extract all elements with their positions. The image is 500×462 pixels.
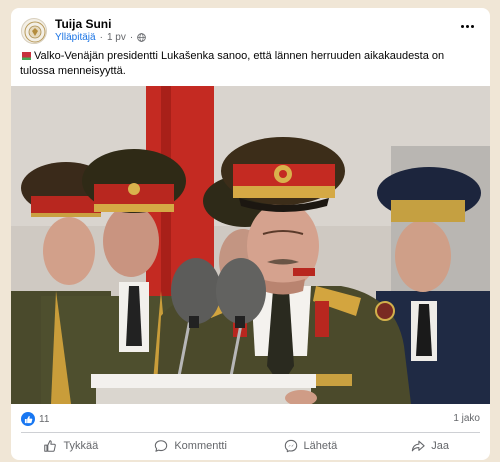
comment-icon <box>155 440 168 452</box>
like-button[interactable]: Tykkää <box>11 434 131 458</box>
more-dot-icon <box>460 24 464 28</box>
post-meta: Ylläpitäjä · 1 pv · <box>55 32 147 43</box>
messenger-icon <box>284 439 297 453</box>
post-time[interactable]: 1 pv <box>107 32 126 43</box>
post-card: Tuija Suni Ylläpitäjä · 1 pv · Valko-Ven… <box>11 8 490 460</box>
post-text-content: Valko-Venäjän presidentti Lukašenka sano… <box>20 50 445 77</box>
share-icon <box>412 440 425 452</box>
reaction-count: 11 <box>39 413 50 425</box>
post-actions: Tykkää Kommentti Lähetä Jaa <box>11 434 490 458</box>
belarus-flag-icon <box>20 52 31 60</box>
share-count[interactable]: 1 jako <box>453 413 480 424</box>
comment-button[interactable]: Kommentti <box>131 434 251 458</box>
share-button[interactable]: Jaa <box>370 434 490 458</box>
share-label: Jaa <box>431 440 449 452</box>
more-options-button[interactable] <box>456 18 478 34</box>
send-button[interactable]: Lähetä <box>251 434 371 458</box>
author-role-badge[interactable]: Ylläpitäjä <box>55 32 96 43</box>
post-photo[interactable] <box>11 86 490 404</box>
globe-icon <box>137 33 147 42</box>
author-avatar[interactable] <box>21 18 47 44</box>
send-label: Lähetä <box>303 440 338 452</box>
like-label: Tykkää <box>63 440 99 452</box>
post-header: Tuija Suni Ylläpitäjä · 1 pv · <box>11 8 490 50</box>
more-dot-icon <box>465 24 469 28</box>
author-name[interactable]: Tuija Suni <box>55 17 111 31</box>
more-dot-icon <box>470 24 474 28</box>
meta-separator: · <box>99 32 103 43</box>
post-text: Valko-Venäjän presidentti Lukašenka sano… <box>20 49 480 79</box>
meta-separator: · <box>129 32 134 43</box>
like-reaction-icon <box>21 412 35 426</box>
reactions-summary[interactable]: 11 <box>21 412 49 426</box>
thumbs-up-icon <box>44 440 57 452</box>
action-divider <box>21 432 480 433</box>
comment-label: Kommentti <box>174 440 227 452</box>
